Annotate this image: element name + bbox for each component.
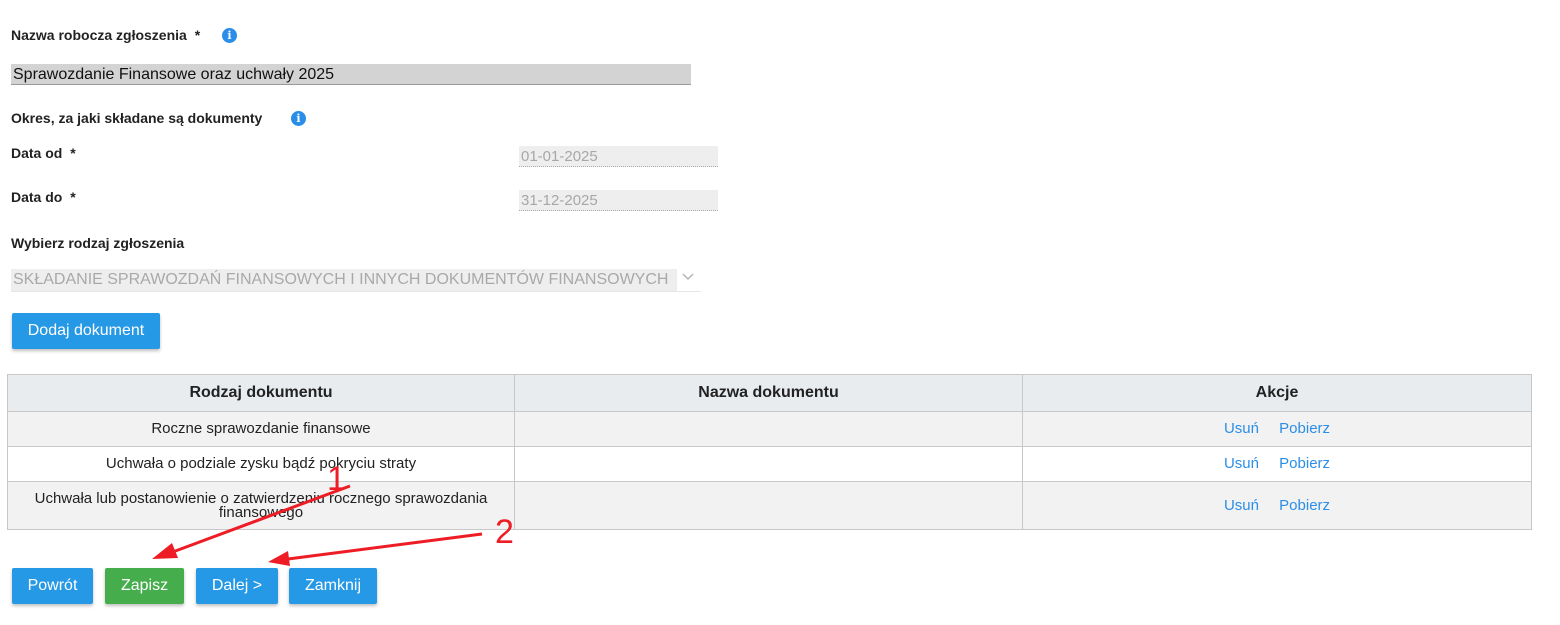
arrow-2-head xyxy=(268,551,290,566)
arrow-1-head xyxy=(152,543,178,559)
annotation-arrows xyxy=(152,484,483,566)
arrow-1-line xyxy=(169,484,351,555)
annotation-marker-2: 2 xyxy=(495,513,514,551)
annotation-marker-1: 1 xyxy=(327,460,346,498)
arrow-2-line xyxy=(287,532,483,561)
